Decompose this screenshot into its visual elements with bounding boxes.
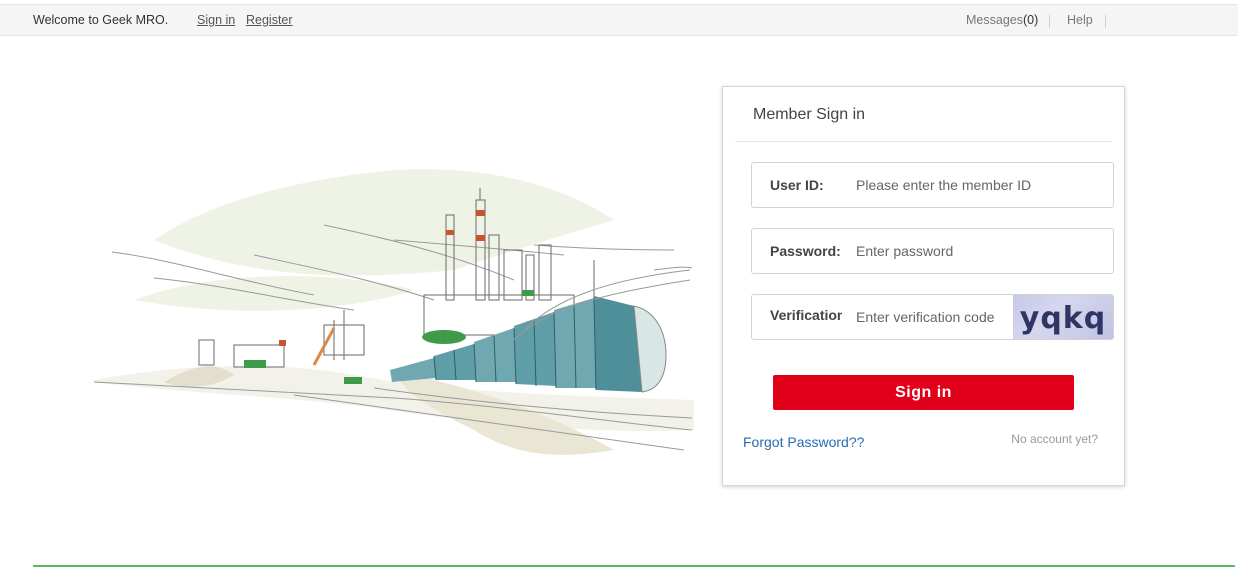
captcha-image[interactable]: yqkq (1013, 295, 1113, 339)
messages-count: (0) (1022, 13, 1039, 27)
sign-in-button[interactable]: Sign in (773, 375, 1074, 410)
user-id-label: User ID: (770, 177, 824, 193)
green-tank (422, 330, 466, 344)
help-link[interactable]: Help (1067, 13, 1093, 27)
forgot-password-link[interactable]: Forgot Password?? (743, 434, 864, 450)
separator (1049, 15, 1050, 28)
login-title: Member Sign in (753, 106, 866, 123)
welcome-text: Welcome to Geek MRO. (33, 13, 169, 27)
password-field: Password: (751, 228, 1114, 274)
no-account-link[interactable]: No account yet? (1011, 432, 1098, 446)
teal-pipeline (390, 296, 667, 393)
industrial-illustration (94, 169, 694, 455)
sign-in-link[interactable]: Sign in (197, 13, 235, 27)
verification-field: Verification: yqkq (751, 294, 1114, 340)
footer-divider (33, 565, 1235, 567)
login-panel: Member Sign in User ID: Password: Verifi… (722, 86, 1125, 486)
password-input[interactable] (856, 237, 1106, 265)
divider (735, 141, 1112, 142)
captcha-text: yqkq (1019, 300, 1107, 336)
top-bar: Welcome to Geek MRO. Sign in Register Me… (0, 4, 1238, 36)
user-id-field: User ID: (751, 162, 1114, 208)
sky-wash (154, 169, 614, 276)
sky-wash (134, 276, 414, 311)
separator (1105, 15, 1106, 28)
messages-label: Messages (966, 13, 1023, 27)
user-id-input[interactable] (856, 171, 1106, 199)
register-link[interactable]: Register (246, 13, 293, 27)
green-tank (244, 360, 266, 368)
verification-label: Verification: (770, 307, 842, 323)
password-label: Password: (770, 243, 841, 259)
messages-link[interactable]: Messages(0) (966, 13, 1038, 27)
green-tank (522, 290, 534, 296)
verification-input[interactable] (856, 303, 1012, 331)
green-tank (344, 377, 362, 384)
